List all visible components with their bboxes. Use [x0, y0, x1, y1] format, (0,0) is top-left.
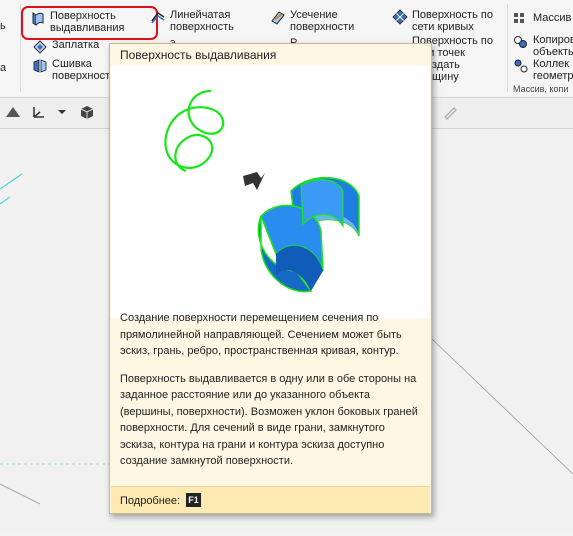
extrusion-illustration-icon: [164, 89, 360, 293]
partial-left-label-2: а: [0, 62, 7, 74]
chevron-down-icon[interactable]: [56, 103, 68, 121]
ribbon-separator: [507, 4, 508, 92]
collection-label-2: геометр: [533, 70, 573, 82]
patch-button[interactable]: Заплатка: [32, 39, 99, 55]
curve-net-label-1: Поверхность по: [412, 9, 493, 21]
tooltip-paragraph-2: Поверхность выдавливается в одну или в о…: [120, 372, 418, 468]
partial-left-2: а: [0, 62, 6, 74]
copy-label-1: Копиров: [533, 34, 573, 46]
tooltip-illustration: [111, 66, 430, 318]
ruled-surface-icon: [151, 11, 165, 24]
cyan-edge-line: [0, 173, 23, 190]
collection-icon: [514, 59, 528, 73]
f1-key-icon: F1: [186, 493, 201, 507]
copy-label-2: объекты: [533, 46, 573, 58]
section-curve: [164, 89, 225, 173]
highlight-box: [21, 6, 158, 40]
array-button[interactable]: Массив: [513, 12, 571, 28]
tooltip-paragraph-1: Создание поверхности перемещением сечени…: [120, 312, 402, 357]
create-label-1: здать: [432, 59, 460, 71]
arrow-icon: [243, 172, 265, 190]
partial-left-label-1: ь: [0, 20, 6, 32]
truncate-surface-icon: [271, 11, 285, 25]
stitch-icon: [33, 59, 47, 73]
truncate-label-2: поверхности: [290, 21, 355, 33]
grey-edge-line: [0, 483, 41, 505]
stitch-label-2: поверхност: [52, 70, 111, 82]
grey-edge-line: [431, 338, 573, 475]
ruled-label-1: Линейчатая: [170, 9, 231, 21]
patch-label: Заплатка: [52, 39, 100, 51]
stitch-button[interactable]: Сшивка поверхност: [32, 58, 110, 82]
array-icon: [514, 13, 524, 23]
patch-icon: [33, 40, 47, 54]
tooltip-title: Поверхность выдавливания: [120, 48, 277, 62]
create-partial-button[interactable]: здать щину: [432, 59, 460, 83]
truncate-label-1: Усечение: [290, 9, 338, 21]
ribbon-group-label: Массив, копи: [513, 84, 569, 94]
partial-left-1: ь: [0, 20, 6, 32]
curve-net-icon: [392, 9, 408, 25]
more-info-label: Подробнее:: [120, 495, 181, 507]
copy-objects-button[interactable]: Копиров объекты: [513, 34, 573, 58]
create-label-2: щину: [432, 71, 459, 83]
stitch-label-1: Сшивка: [52, 58, 92, 70]
ruled-surface-button[interactable]: Линейчатая поверхность: [150, 9, 234, 33]
tooltip-popup: Поверхность выдавливания Создание поверх…: [109, 43, 432, 514]
copy-objects-icon: [514, 36, 527, 48]
ruled-label-2: поверхность: [170, 21, 234, 33]
tooltip-description: Создание поверхности перемещением сечени…: [120, 310, 420, 481]
axis-icon[interactable]: [30, 103, 48, 121]
pen-icon[interactable]: [441, 103, 459, 121]
curve-net-surface-button[interactable]: Поверхность по сети кривых: [392, 9, 493, 33]
tooltip-footer: Подробнее: F1: [111, 486, 430, 513]
collection-label-1: Коллек: [533, 58, 570, 70]
view-cube-icon[interactable]: [78, 103, 96, 121]
array-label: Массив: [533, 12, 572, 24]
orient-icon[interactable]: [4, 103, 22, 121]
cyan-edge-line: [0, 196, 11, 205]
truncate-surface-button[interactable]: Усечение поверхности: [270, 9, 354, 33]
curve-net-label-2: сети кривых: [412, 21, 474, 33]
collection-button[interactable]: Коллек геометр: [513, 58, 573, 82]
